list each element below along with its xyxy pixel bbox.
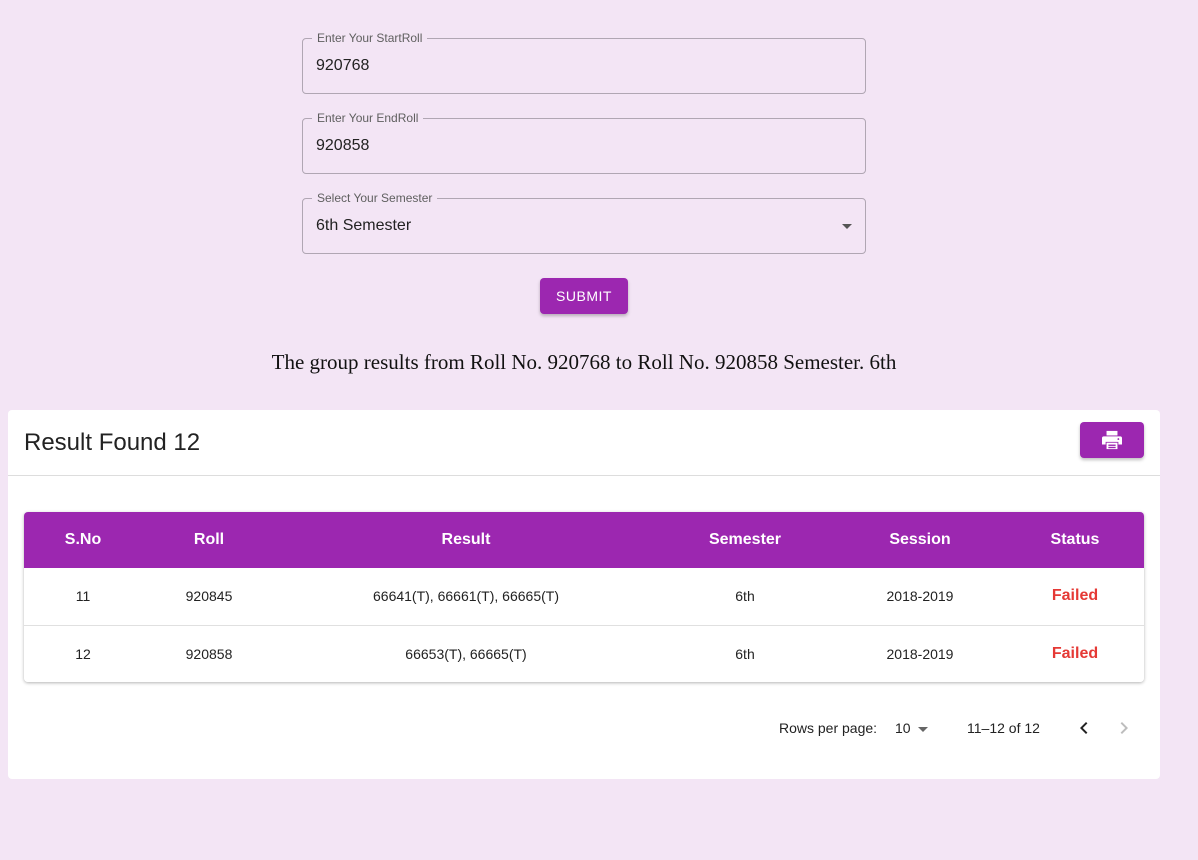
cell-semester: 6th bbox=[735, 645, 755, 662]
submit-button[interactable]: SUBMIT bbox=[540, 278, 628, 314]
cell-status: Failed bbox=[1051, 587, 1099, 605]
end-roll-field[interactable]: Enter Your EndRoll bbox=[302, 111, 866, 174]
result-count-title: Result Found 12 bbox=[24, 429, 201, 456]
previous-page-icon[interactable] bbox=[1072, 716, 1096, 740]
semester-select[interactable]: Select Your Semester 6th Semester bbox=[302, 191, 866, 254]
cell-semester: 6th bbox=[735, 588, 755, 605]
cell-sno: 12 bbox=[75, 645, 91, 662]
table-row: 12 920858 66653(T), 66665(T) 6th 2018-20… bbox=[24, 625, 1144, 682]
header-semester: Semester bbox=[708, 531, 782, 548]
results-card-header: Result Found 12 bbox=[8, 410, 1160, 476]
header-roll: Roll bbox=[193, 531, 225, 548]
rows-per-page-caret-icon[interactable] bbox=[918, 727, 928, 732]
cell-roll: 920845 bbox=[185, 588, 233, 605]
start-roll-input[interactable] bbox=[316, 57, 816, 75]
table-pagination: Rows per page: 10 11–12 of 12 bbox=[8, 716, 1160, 740]
table-header-row: S.No Roll Result Semester Session Status bbox=[24, 512, 1144, 568]
start-roll-label: Enter Your StartRoll bbox=[312, 31, 428, 45]
end-roll-label: Enter Your EndRoll bbox=[312, 111, 424, 125]
table-row: 11 920845 66641(T), 66661(T), 66665(T) 6… bbox=[24, 568, 1144, 625]
pagination-range: 11–12 of 12 bbox=[967, 720, 1040, 736]
print-icon bbox=[1102, 430, 1122, 450]
start-roll-field[interactable]: Enter Your StartRoll bbox=[302, 31, 866, 94]
dropdown-arrow-icon bbox=[842, 224, 852, 229]
header-status: Status bbox=[1050, 531, 1100, 548]
cell-status: Failed bbox=[1051, 644, 1099, 662]
header-result: Result bbox=[441, 531, 491, 548]
cell-result: 66653(T), 66665(T) bbox=[405, 645, 527, 662]
print-button[interactable] bbox=[1080, 422, 1144, 458]
next-page-icon[interactable] bbox=[1112, 716, 1136, 740]
cell-result: 66641(T), 66661(T), 66665(T) bbox=[373, 588, 559, 605]
cell-session: 2018-2019 bbox=[886, 645, 954, 662]
rows-per-page-select[interactable]: 10 bbox=[895, 720, 911, 736]
cell-sno: 11 bbox=[75, 588, 91, 605]
semester-selected-value: 6th Semester bbox=[316, 217, 412, 234]
semester-label: Select Your Semester bbox=[312, 191, 438, 205]
rows-per-page-label: Rows per page: bbox=[779, 720, 878, 736]
cell-session: 2018-2019 bbox=[886, 588, 954, 605]
cell-roll: 920858 bbox=[185, 645, 233, 662]
results-table: S.No Roll Result Semester Session Status… bbox=[24, 512, 1144, 682]
group-results-title: The group results from Roll No. 920768 t… bbox=[271, 350, 897, 374]
results-card: Result Found 12 S.No Roll Result Semeste… bbox=[8, 410, 1160, 779]
header-sno: S.No bbox=[64, 531, 102, 548]
end-roll-input[interactable] bbox=[316, 137, 816, 155]
header-session: Session bbox=[889, 531, 951, 548]
result-search-form: Enter Your StartRoll Enter Your EndRoll … bbox=[302, 31, 866, 314]
